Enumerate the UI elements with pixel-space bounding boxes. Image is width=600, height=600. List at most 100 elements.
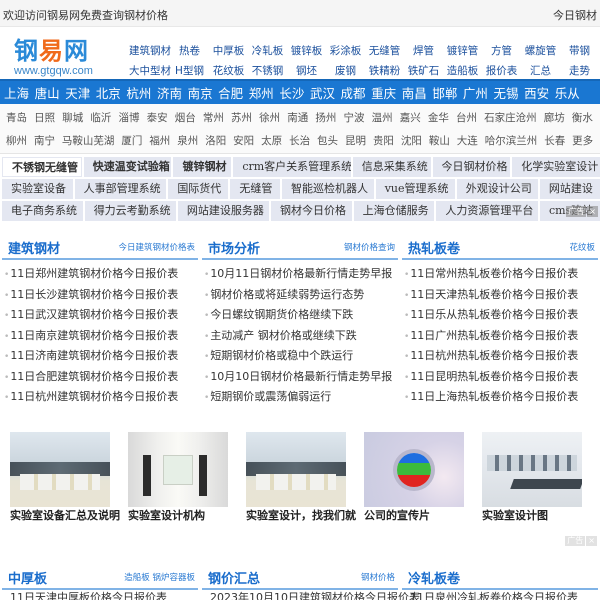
- news-link[interactable]: 11日泉州冷轧板卷价格今日报价表: [402, 591, 578, 600]
- gallery-item[interactable]: 实验室设计，找我们就: [246, 432, 364, 523]
- city-link[interactable]: 合肥: [218, 83, 249, 102]
- city-link[interactable]: 大连: [457, 133, 485, 148]
- news-link[interactable]: 今日螺纹钢期货价格继续下跌: [210, 308, 353, 321]
- city-link[interactable]: 青岛: [6, 110, 34, 125]
- city-link[interactable]: 鞍山: [429, 133, 457, 148]
- news-item[interactable]: •11日昆明热轧板卷价格今日报价表: [402, 367, 598, 388]
- category-link[interactable]: 铁矿石: [404, 63, 443, 78]
- category-link[interactable]: 镀锌板: [287, 43, 326, 58]
- city-link[interactable]: 成都: [341, 83, 372, 102]
- city-link[interactable]: 洛阳: [205, 133, 233, 148]
- city-link[interactable]: 泰安: [147, 110, 175, 125]
- city-link[interactable]: 北京: [96, 83, 127, 102]
- news-item[interactable]: •10月11日钢材价格最新行情走势早报: [202, 264, 398, 285]
- city-link[interactable]: 淄博: [119, 110, 147, 125]
- ad-tag-link[interactable]: 电子商务系统: [2, 201, 83, 221]
- gallery-image[interactable]: [128, 432, 228, 507]
- news-link[interactable]: 钢材价格或将延续弱势运行态势: [210, 288, 364, 301]
- news-link[interactable]: 11日南京建筑钢材价格今日报价表: [10, 329, 178, 342]
- gallery-item[interactable]: 实验室设计机构: [128, 432, 246, 523]
- news-item[interactable]: •11日南京建筑钢材价格今日报价表: [2, 326, 198, 347]
- news-link[interactable]: 11日杭州热轧板卷价格今日报价表: [410, 349, 578, 362]
- city-link[interactable]: 徐州: [259, 110, 287, 125]
- news-link[interactable]: 短期钢材价格或稳中个跌运行: [210, 349, 353, 362]
- city-link[interactable]: 兰州: [516, 133, 544, 148]
- gallery-image[interactable]: [246, 432, 346, 507]
- news-link[interactable]: 11日济南建筑钢材价格今日报价表: [10, 349, 178, 362]
- ad-tag-link[interactable]: 实验室设备: [2, 179, 73, 199]
- news-link[interactable]: 11日上海热轧板卷价格今日报价表: [410, 390, 578, 403]
- ad-tag-link[interactable]: 人事部管理系统: [74, 179, 167, 199]
- city-link[interactable]: 台州: [456, 110, 484, 125]
- city-link[interactable]: 厦门: [121, 133, 149, 148]
- ad-tag-link[interactable]: crm客户关系管理系统: [233, 157, 351, 177]
- news-item[interactable]: •11日合肥建筑钢材价格今日报价表: [2, 367, 198, 388]
- category-link[interactable]: 钢坯: [287, 63, 326, 78]
- ad-tag-link[interactable]: 国际货代: [168, 179, 229, 199]
- news-item[interactable]: •11日常州热轧板卷价格今日报价表: [402, 264, 598, 285]
- city-link[interactable]: 扬州: [315, 110, 343, 125]
- category-link[interactable]: 冷轧板: [248, 43, 287, 58]
- news-link[interactable]: 11日杭州建筑钢材价格今日报价表: [10, 390, 178, 403]
- category-link[interactable]: 花纹板: [209, 63, 248, 78]
- panel-more-link[interactable]: 钢材价格: [361, 571, 395, 583]
- category-link[interactable]: 中厚板: [209, 43, 248, 58]
- city-link[interactable]: 更多: [572, 133, 600, 148]
- news-link[interactable]: 11日武汉建筑钢材价格今日报价表: [10, 308, 178, 321]
- category-link[interactable]: 无缝管: [365, 43, 404, 58]
- city-link[interactable]: 常州: [203, 110, 231, 125]
- city-link[interactable]: 无锡: [494, 83, 525, 102]
- city-link[interactable]: 南通: [287, 110, 315, 125]
- category-link[interactable]: 废钢: [326, 63, 365, 78]
- city-link[interactable]: 石家庄: [484, 110, 516, 125]
- gallery-image[interactable]: [482, 432, 582, 507]
- category-link[interactable]: 汇总: [521, 63, 560, 78]
- ad-tag-link[interactable]: 上海仓储服务: [353, 201, 435, 221]
- ad-tag-link[interactable]: 得力云考勤系统: [84, 201, 176, 221]
- site-logo[interactable]: 钢 易 网 www.gtgqw.com: [14, 38, 104, 78]
- category-link[interactable]: 带钢: [560, 43, 599, 58]
- ad-tag-link[interactable]: 不锈钢无缝管: [2, 157, 82, 177]
- city-link[interactable]: 泉州: [177, 133, 205, 148]
- ad-tag-link[interactable]: 今日钢材价格: [432, 157, 511, 177]
- news-link[interactable]: 11日天津中厚板价格今日报价表: [2, 591, 167, 600]
- city-link[interactable]: 南京: [188, 83, 219, 102]
- city-link[interactable]: 温州: [372, 110, 400, 125]
- panel-more-link[interactable]: 花纹板: [569, 241, 595, 253]
- ad-close-button[interactable]: ×: [586, 536, 597, 546]
- city-link[interactable]: 包头: [317, 133, 345, 148]
- gallery-item[interactable]: 公司的宣传片: [364, 432, 482, 523]
- category-link[interactable]: 焊管: [404, 43, 443, 58]
- city-link[interactable]: 福州: [149, 133, 177, 148]
- city-link[interactable]: 唐山: [35, 83, 66, 102]
- gallery-image[interactable]: [364, 432, 464, 507]
- city-link[interactable]: 武汉: [310, 83, 341, 102]
- today-steel-link[interactable]: 今日钢材: [553, 7, 597, 23]
- news-link[interactable]: 11日乐从热轧板卷价格今日报价表: [410, 308, 578, 321]
- city-link[interactable]: 杭州: [126, 83, 157, 102]
- category-link[interactable]: 铁精粉: [365, 63, 404, 78]
- city-link[interactable]: 衡水: [572, 110, 600, 125]
- news-item[interactable]: •钢材价格或将延续弱势运行态势: [202, 285, 398, 306]
- news-link[interactable]: 2023年10月10日建筑钢材价格今日报价表: [202, 591, 420, 600]
- panel-title[interactable]: 中厚板: [8, 568, 47, 587]
- city-link[interactable]: 昆明: [345, 133, 373, 148]
- city-link[interactable]: 马鞍山: [62, 133, 94, 148]
- city-link[interactable]: 安阳: [233, 133, 261, 148]
- ad-tag-link[interactable]: 人力资源管理平台: [436, 201, 538, 221]
- panel-more-link[interactable]: 钢材价格查询: [344, 241, 395, 253]
- category-link[interactable]: 彩涂板: [326, 43, 365, 58]
- city-link[interactable]: 嘉兴: [400, 110, 428, 125]
- news-link[interactable]: 短期钢价或震荡偏弱运行: [210, 390, 331, 403]
- city-link[interactable]: 西安: [524, 83, 555, 102]
- category-link[interactable]: H型钢: [170, 63, 209, 78]
- news-item[interactable]: •11日杭州建筑钢材价格今日报价表: [2, 387, 198, 408]
- category-link[interactable]: 不锈钢: [248, 63, 287, 78]
- panel-more-link[interactable]: 造船板 锅炉容器板: [124, 571, 195, 583]
- ad-tag-link[interactable]: 镀锌钢材: [173, 157, 232, 177]
- gallery-caption[interactable]: 实验室设备汇总及说明: [10, 509, 120, 522]
- gallery-image[interactable]: [10, 432, 110, 507]
- news-item[interactable]: •11日广州热轧板卷价格今日报价表: [402, 326, 598, 347]
- category-link[interactable]: 走势: [560, 63, 599, 78]
- gallery-caption[interactable]: 实验室设计，找我们就: [246, 509, 356, 522]
